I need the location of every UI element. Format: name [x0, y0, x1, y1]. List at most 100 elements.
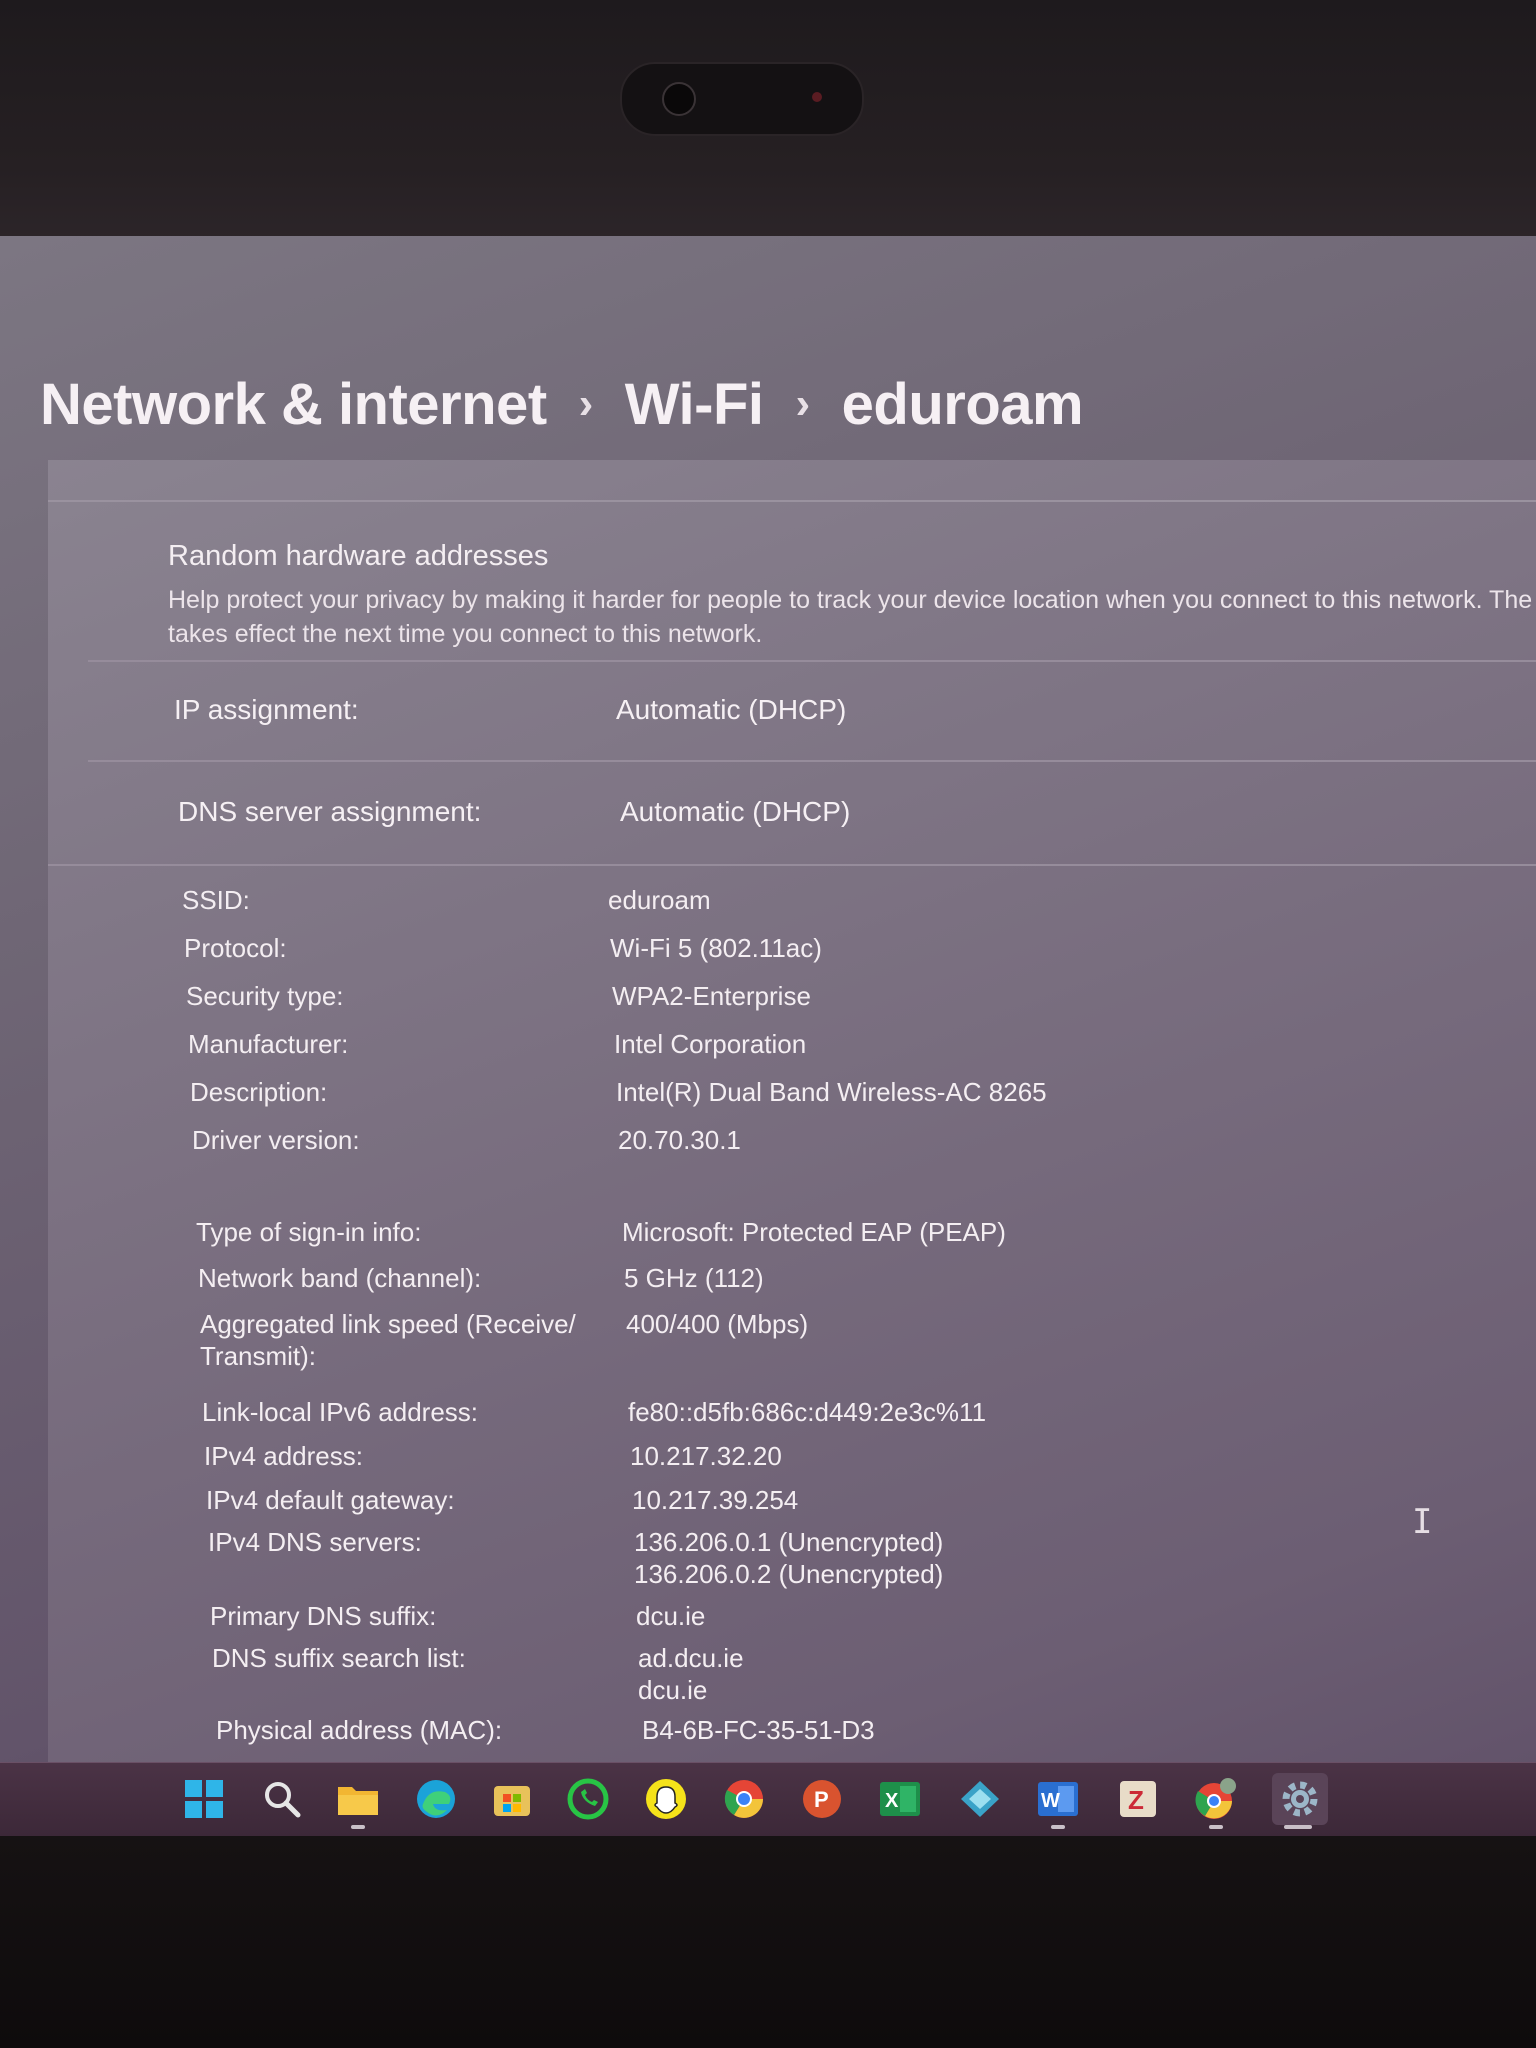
- property-value: B4-6B-FC-35-51-D3: [642, 1715, 875, 1745]
- breadcrumb-network-internet[interactable]: Network & internet: [40, 371, 547, 438]
- webcam-shutter: [620, 62, 864, 136]
- property-label: Network band (channel):: [198, 1263, 482, 1293]
- divider: [88, 760, 1536, 762]
- property-label: Aggregated link speed (Receive/ Transmit…: [200, 1308, 626, 1372]
- property-value: WPA2-Enterprise: [612, 981, 811, 1011]
- breadcrumb: Network & internet › Wi-Fi › eduroam: [40, 364, 1084, 444]
- setting-description-continued: takes effect the next time you connect t…: [168, 620, 763, 648]
- edge-icon[interactable]: [414, 1777, 458, 1821]
- property-ipv4-dns-servers: IPv4 DNS servers: 136.206.0.1 (Unencrypt…: [208, 1526, 943, 1590]
- setting-title: Random hardware addresses: [168, 540, 549, 572]
- divider: [88, 660, 1536, 662]
- property-value: fe80::d5fb:686c:d449:2e3c%11: [628, 1397, 987, 1427]
- search-icon[interactable]: [260, 1777, 304, 1821]
- breadcrumb-wifi[interactable]: Wi-Fi: [625, 371, 764, 438]
- property-value: 400/400 (Mbps): [626, 1309, 809, 1339]
- property-value: dcu.ie: [636, 1601, 706, 1631]
- property-value: eduroam: [608, 885, 711, 915]
- store-icon[interactable]: [490, 1777, 534, 1821]
- property-primary-dns-suffix: Primary DNS suffix: dcu.ie: [210, 1600, 705, 1632]
- chrome-icon[interactable]: [722, 1777, 766, 1821]
- breadcrumb-separator-icon: ›: [578, 379, 594, 428]
- laptop-bezel-top: [0, 0, 1536, 240]
- property-value: 20.70.30.1: [618, 1125, 741, 1155]
- property-ssid: SSID: eduroam: [182, 884, 711, 916]
- property-manufacturer: Manufacturer: Intel Corporation: [188, 1028, 806, 1060]
- zotero-icon[interactable]: Z: [1116, 1777, 1160, 1821]
- settings-window: Network & internet › Wi-Fi › eduroam Ran…: [0, 236, 1536, 2000]
- settings-icon[interactable]: [1272, 1773, 1328, 1825]
- property-label: Physical address (MAC):: [216, 1715, 503, 1745]
- active-indicator: [1051, 1825, 1065, 1829]
- property-label: Manufacturer:: [188, 1029, 349, 1059]
- property-ipv4-gateway: IPv4 default gateway: 10.217.39.254: [206, 1484, 798, 1516]
- property-driver-version: Driver version: 20.70.30.1: [192, 1124, 741, 1156]
- svg-text:W: W: [1041, 1790, 1060, 1812]
- breadcrumb-separator-icon: ›: [795, 379, 811, 428]
- powerpoint-icon[interactable]: P: [800, 1777, 844, 1821]
- property-ipv4-address: IPv4 address: 10.217.32.20: [204, 1440, 782, 1472]
- snapchat-icon[interactable]: [644, 1777, 688, 1821]
- property-value: ad.dcu.ie dcu.ie: [638, 1642, 744, 1706]
- start-icon[interactable]: [182, 1777, 226, 1821]
- property-dns-suffix-search-list: DNS suffix search list: ad.dcu.ie dcu.ie: [212, 1642, 744, 1706]
- property-sign-in-type: Type of sign-in info: Microsoft: Protect…: [196, 1216, 1006, 1248]
- property-ipv6-address: Link-local IPv6 address: fe80::d5fb:686c…: [202, 1396, 986, 1428]
- property-value: 5 GHz (112): [624, 1263, 764, 1293]
- property-value: Microsoft: Protected EAP (PEAP): [622, 1217, 1006, 1247]
- property-value: Wi-Fi 5 (802.11ac): [610, 933, 822, 963]
- svg-text:Z: Z: [1128, 1785, 1144, 1815]
- property-label: Protocol:: [184, 933, 287, 963]
- property-value-line: 136.206.0.2 (Unencrypted): [634, 1559, 944, 1589]
- webcam-lens: [662, 82, 696, 116]
- property-value-line: 136.206.0.1 (Unencrypted): [634, 1527, 944, 1557]
- random-hardware-addresses-setting[interactable]: Random hardware addresses Help protect y…: [168, 540, 1536, 651]
- property-label: Security type:: [186, 981, 344, 1011]
- property-label: Driver version:: [192, 1125, 360, 1155]
- property-label: SSID:: [182, 885, 250, 915]
- active-indicator: [1284, 1825, 1312, 1829]
- chrome-profile-icon[interactable]: [1194, 1777, 1238, 1821]
- property-value: 136.206.0.1 (Unencrypted) 136.206.0.2 (U…: [634, 1526, 943, 1590]
- app-diamond-icon[interactable]: [958, 1777, 1002, 1821]
- property-label: Link-local IPv6 address:: [202, 1397, 479, 1427]
- property-network-band: Network band (channel): 5 GHz (112): [198, 1262, 764, 1294]
- property-security-type: Security type: WPA2-Enterprise: [186, 980, 811, 1012]
- ip-assignment-label: IP assignment:: [174, 694, 359, 725]
- property-label-line: Aggregated link speed (Receive/: [200, 1309, 576, 1339]
- property-value-line: dcu.ie: [638, 1675, 708, 1705]
- whatsapp-icon[interactable]: [566, 1777, 610, 1821]
- svg-text:P: P: [814, 1787, 829, 1812]
- dns-assignment-value: Automatic (DHCP): [620, 796, 851, 827]
- property-protocol: Protocol: Wi-Fi 5 (802.11ac): [184, 932, 822, 964]
- property-label: Primary DNS suffix:: [210, 1601, 437, 1631]
- svg-text:X: X: [885, 1790, 899, 1812]
- property-description: Description: Intel(R) Dual Band Wireless…: [190, 1076, 1047, 1108]
- property-value: 10.217.39.254: [632, 1485, 799, 1515]
- dns-assignment-row: DNS server assignment: Automatic (DHCP): [178, 782, 1536, 842]
- setting-description: Help protect your privacy by making it h…: [168, 586, 1533, 614]
- file-explorer-icon[interactable]: [336, 1777, 380, 1821]
- property-label: Type of sign-in info:: [196, 1217, 422, 1247]
- webcam-led: [812, 92, 822, 102]
- text-cursor-icon: I: [1412, 1502, 1433, 1542]
- divider: [48, 500, 1536, 502]
- word-icon[interactable]: W: [1036, 1777, 1080, 1821]
- property-value: Intel(R) Dual Band Wireless-AC 8265: [616, 1077, 1047, 1107]
- property-label: Description:: [190, 1077, 328, 1107]
- dns-assignment-label: DNS server assignment:: [178, 796, 482, 827]
- property-label-line: Transmit):: [200, 1341, 317, 1371]
- property-value: 10.217.32.20: [630, 1441, 782, 1471]
- property-label: IPv4 default gateway:: [206, 1485, 455, 1515]
- property-label: IPv4 address:: [204, 1441, 363, 1471]
- excel-icon[interactable]: X: [878, 1777, 922, 1821]
- page-title: eduroam: [841, 371, 1084, 437]
- active-indicator: [1209, 1825, 1223, 1829]
- divider: [48, 864, 1536, 866]
- taskbar: P X W Z: [0, 1762, 1536, 1837]
- active-indicator: [351, 1825, 365, 1829]
- ip-assignment-value: Automatic (DHCP): [616, 694, 847, 725]
- property-value-line: ad.dcu.ie: [638, 1643, 744, 1673]
- property-mac-address: Physical address (MAC): B4-6B-FC-35-51-D…: [216, 1714, 875, 1746]
- property-label: DNS suffix search list:: [212, 1643, 466, 1673]
